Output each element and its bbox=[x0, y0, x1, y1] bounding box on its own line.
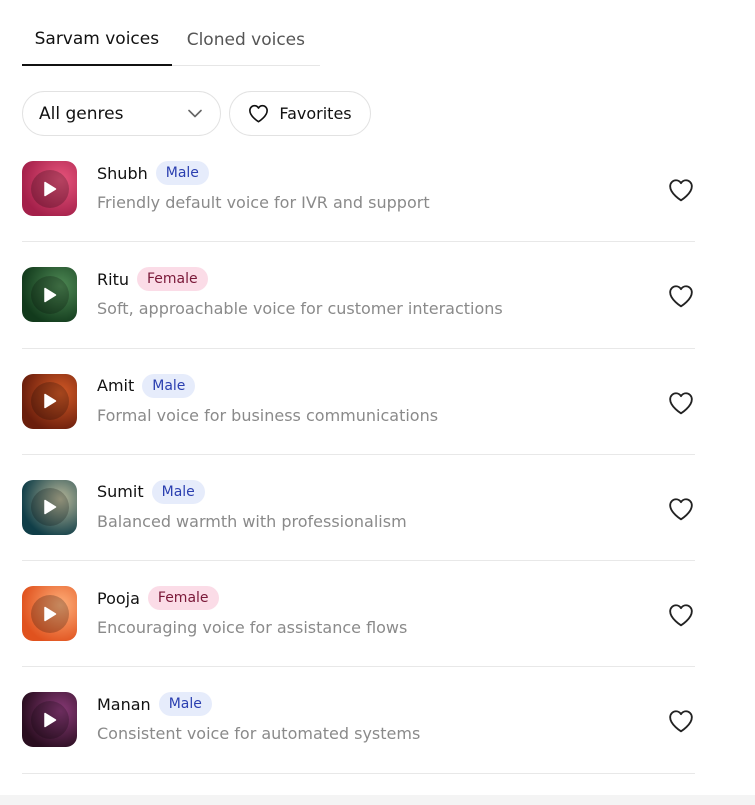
filter-bar: All genres Favorites bbox=[22, 91, 371, 136]
play-icon bbox=[43, 393, 57, 409]
voice-row-sumit: Sumit Male Balanced warmth with professi… bbox=[22, 455, 695, 562]
play-button[interactable] bbox=[22, 479, 77, 535]
favorite-toggle[interactable] bbox=[668, 603, 694, 627]
gender-badge: Female bbox=[136, 267, 208, 292]
voice-row-ritu: Ritu Female Soft, approachable voice for… bbox=[22, 242, 695, 349]
tab-sarvam-voices[interactable]: Sarvam voices bbox=[22, 14, 172, 66]
play-button[interactable] bbox=[22, 161, 77, 216]
gender-badge: Male bbox=[158, 692, 212, 717]
bottom-divider bbox=[0, 795, 755, 805]
play-button[interactable] bbox=[22, 586, 77, 642]
play-icon bbox=[43, 712, 57, 728]
favorites-label: Favorites bbox=[279, 104, 352, 123]
voice-description: Friendly default voice for IVR and suppo… bbox=[97, 193, 430, 212]
gender-badge: Female bbox=[147, 586, 219, 611]
favorites-button[interactable]: Favorites bbox=[229, 91, 371, 136]
voice-name: Sumit bbox=[97, 482, 144, 502]
voice-list: Shubh Male Friendly default voice for IV… bbox=[22, 136, 695, 774]
gender-badge: Male bbox=[151, 479, 205, 504]
voice-description: Encouraging voice for assistance flows bbox=[97, 618, 408, 638]
heart-icon bbox=[668, 178, 694, 202]
favorite-toggle[interactable] bbox=[668, 178, 694, 202]
gender-badge: Male bbox=[142, 373, 196, 398]
play-icon bbox=[43, 181, 57, 197]
voice-name: Ritu bbox=[97, 269, 129, 289]
heart-icon bbox=[668, 284, 694, 308]
voice-row-amit: Amit Male Formal voice for business comm… bbox=[22, 349, 695, 455]
play-button[interactable] bbox=[22, 373, 77, 429]
voice-row-shubh: Shubh Male Friendly default voice for IV… bbox=[22, 136, 695, 243]
heart-icon bbox=[668, 709, 694, 733]
heart-icon bbox=[668, 391, 694, 415]
voice-name: Manan bbox=[97, 694, 151, 714]
voice-description: Soft, approachable voice for customer in… bbox=[97, 299, 503, 319]
voice-row-pooja: Pooja Female Encouraging voice for assis… bbox=[22, 561, 695, 668]
play-icon bbox=[43, 287, 57, 303]
play-button[interactable] bbox=[22, 692, 77, 748]
heart-icon bbox=[668, 497, 694, 521]
chevron-down-icon bbox=[188, 109, 202, 118]
play-icon bbox=[43, 606, 57, 622]
play-button[interactable] bbox=[22, 267, 77, 323]
voice-row-manan: Manan Male Consistent voice for automate… bbox=[22, 667, 695, 774]
genre-dropdown-label: All genres bbox=[39, 103, 124, 124]
voice-tabs: Sarvam voices Cloned voices bbox=[22, 14, 320, 66]
genre-dropdown[interactable]: All genres bbox=[22, 91, 221, 136]
voice-description: Formal voice for business communications bbox=[97, 405, 439, 425]
voice-description: Consistent voice for automated systems bbox=[97, 724, 421, 744]
voice-name: Amit bbox=[97, 376, 135, 396]
voice-name: Pooja bbox=[97, 588, 140, 608]
play-icon bbox=[43, 499, 57, 515]
tab-cloned-voices[interactable]: Cloned voices bbox=[172, 14, 320, 66]
heart-icon bbox=[668, 603, 694, 627]
voice-description: Balanced warmth with professionalism bbox=[97, 511, 407, 531]
favorite-toggle[interactable] bbox=[668, 391, 694, 415]
favorite-toggle[interactable] bbox=[668, 497, 694, 521]
heart-icon bbox=[248, 104, 269, 123]
gender-badge: Male bbox=[155, 161, 209, 185]
favorite-toggle[interactable] bbox=[668, 284, 694, 308]
voice-name: Shubh bbox=[97, 163, 148, 183]
favorite-toggle[interactable] bbox=[668, 709, 694, 733]
